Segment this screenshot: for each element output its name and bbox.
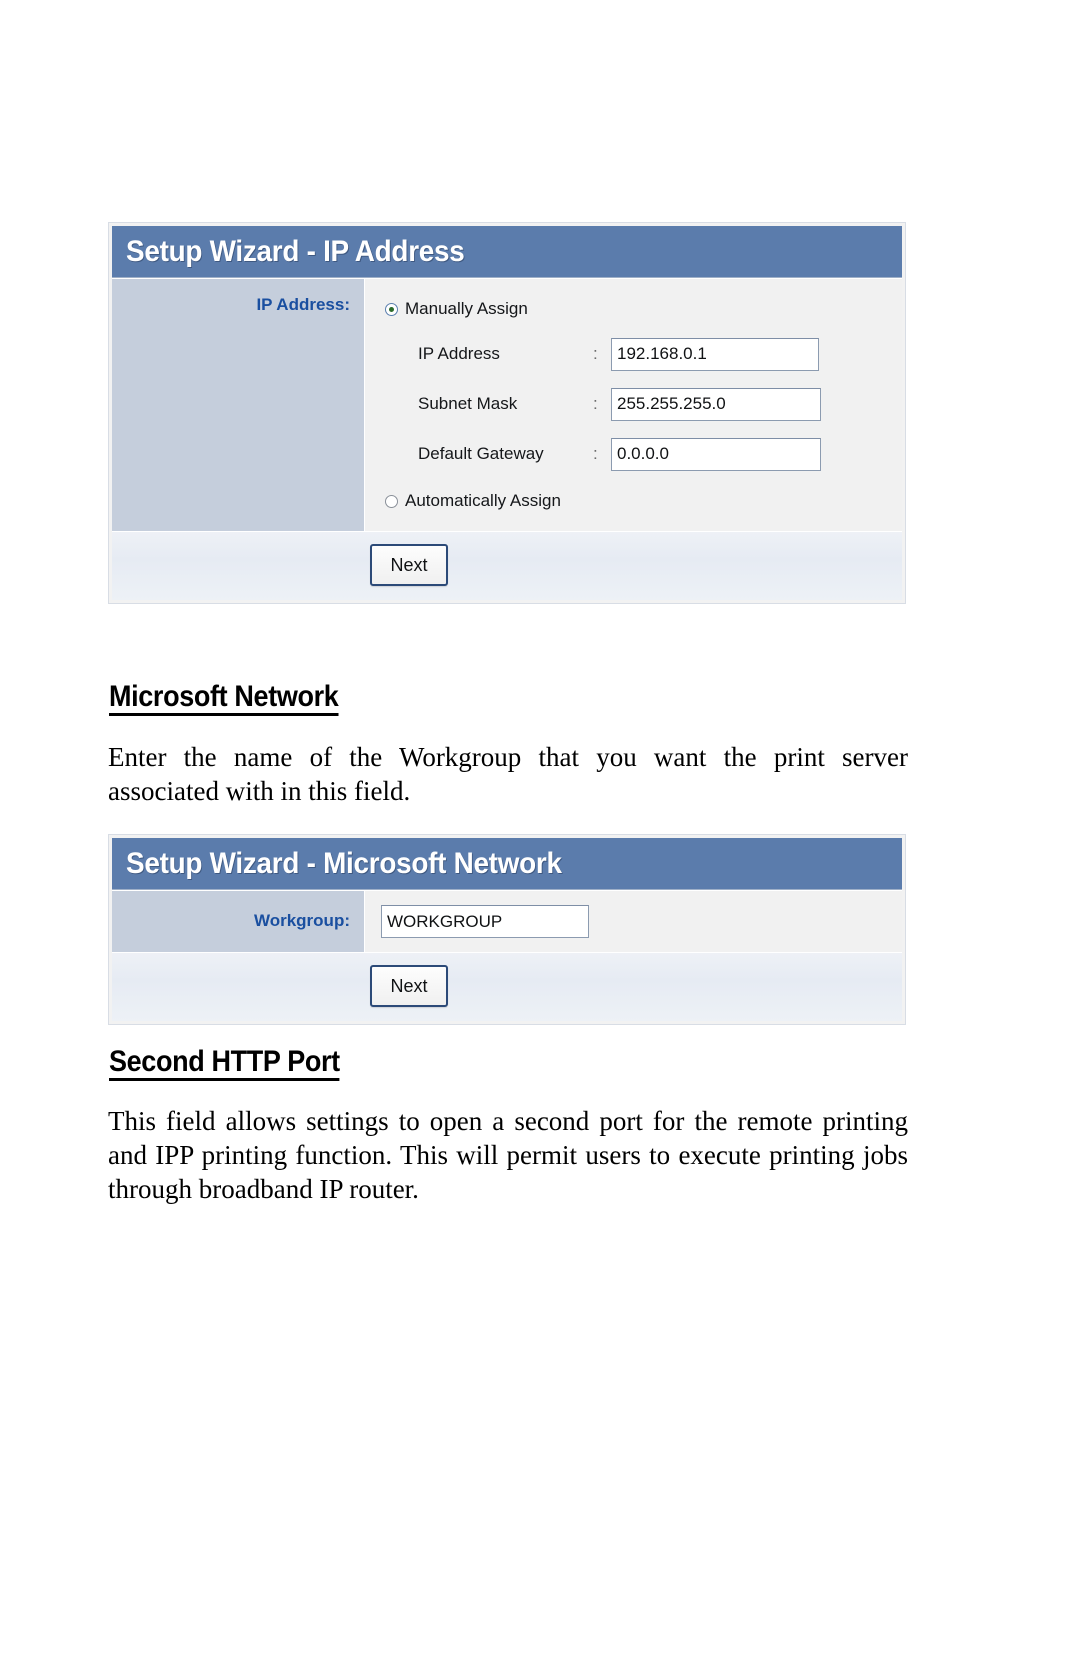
field-separator-subnet-mask: : [593, 394, 598, 413]
field-label-default-gateway: Default Gateway [418, 444, 544, 463]
panel-footer-microsoft-network: Next [112, 952, 902, 1021]
field-column-ip-address: Manually Assign IP Address : 192.168.0.1… [365, 279, 902, 531]
radio-row-manually-assign[interactable]: Manually Assign [385, 293, 902, 325]
input-subnet-mask[interactable]: 255.255.255.0 [611, 387, 821, 421]
panel-body-ip-address: IP Address: Manually Assign IP Address :… [112, 278, 902, 531]
next-button-microsoft-network[interactable]: Next [370, 965, 448, 1007]
panel-footer-ip-address: Next [112, 531, 902, 600]
field-row-default-gateway: Default Gateway : 0.0.0.0 [385, 429, 902, 479]
radio-button-automatically-assign[interactable] [385, 494, 398, 508]
input-workgroup[interactable]: WORKGROUP [381, 905, 589, 938]
radio-button-manually-assign[interactable] [385, 302, 398, 316]
panel-titlebar-microsoft-network: Setup Wizard - Microsoft Network [112, 838, 902, 890]
paragraph-second-http-port: This field allows settings to open a sec… [108, 1106, 908, 1204]
label-column-ip-address: IP Address: [112, 279, 365, 531]
field-separator-default-gateway: : [593, 444, 598, 463]
heading-second-http-port: Second HTTP Port [109, 1045, 340, 1081]
field-row-subnet-mask: Subnet Mask : 255.255.255.0 [385, 379, 902, 429]
panel-titlebar-ip-address: Setup Wizard - IP Address [112, 226, 902, 278]
input-default-gateway[interactable]: 0.0.0.0 [611, 437, 821, 471]
radio-row-automatically-assign[interactable]: Automatically Assign [385, 485, 902, 517]
field-label-ip-address: IP Address [418, 344, 500, 363]
setup-wizard-ip-address-panel: Setup Wizard - IP Address IP Address: Ma… [108, 222, 906, 604]
heading-wrap-microsoft-network: Microsoft Network [109, 680, 364, 716]
radio-label-automatically-assign: Automatically Assign [405, 491, 561, 510]
field-column-workgroup: WORKGROUP [365, 891, 902, 952]
document-page: Setup Wizard - IP Address IP Address: Ma… [0, 0, 1080, 1669]
input-ip-address[interactable]: 192.168.0.1 [611, 337, 819, 371]
radio-label-manually-assign: Manually Assign [405, 299, 528, 318]
heading-microsoft-network: Microsoft Network [109, 680, 339, 716]
heading-wrap-second-http-port: Second HTTP Port [109, 1045, 365, 1081]
panel-body-microsoft-network: Workgroup: WORKGROUP [112, 890, 902, 952]
field-separator-ip-address: : [593, 344, 598, 363]
field-row-ip-address: IP Address : 192.168.0.1 [385, 329, 902, 379]
field-label-subnet-mask: Subnet Mask [418, 394, 518, 413]
next-button-ip-address[interactable]: Next [370, 544, 448, 586]
panel-title-microsoft-network: Setup Wizard - Microsoft Network [126, 846, 562, 880]
setup-wizard-microsoft-network-panel: Setup Wizard - Microsoft Network Workgro… [108, 834, 906, 1025]
section-label-ip-address: IP Address: [256, 295, 350, 314]
label-column-workgroup: Workgroup: [112, 891, 365, 952]
panel-title-ip-address: Setup Wizard - IP Address [126, 234, 465, 268]
paragraph-microsoft-network: Enter the name of the Workgroup that you… [108, 742, 908, 806]
section-label-workgroup: Workgroup: [253, 911, 350, 930]
